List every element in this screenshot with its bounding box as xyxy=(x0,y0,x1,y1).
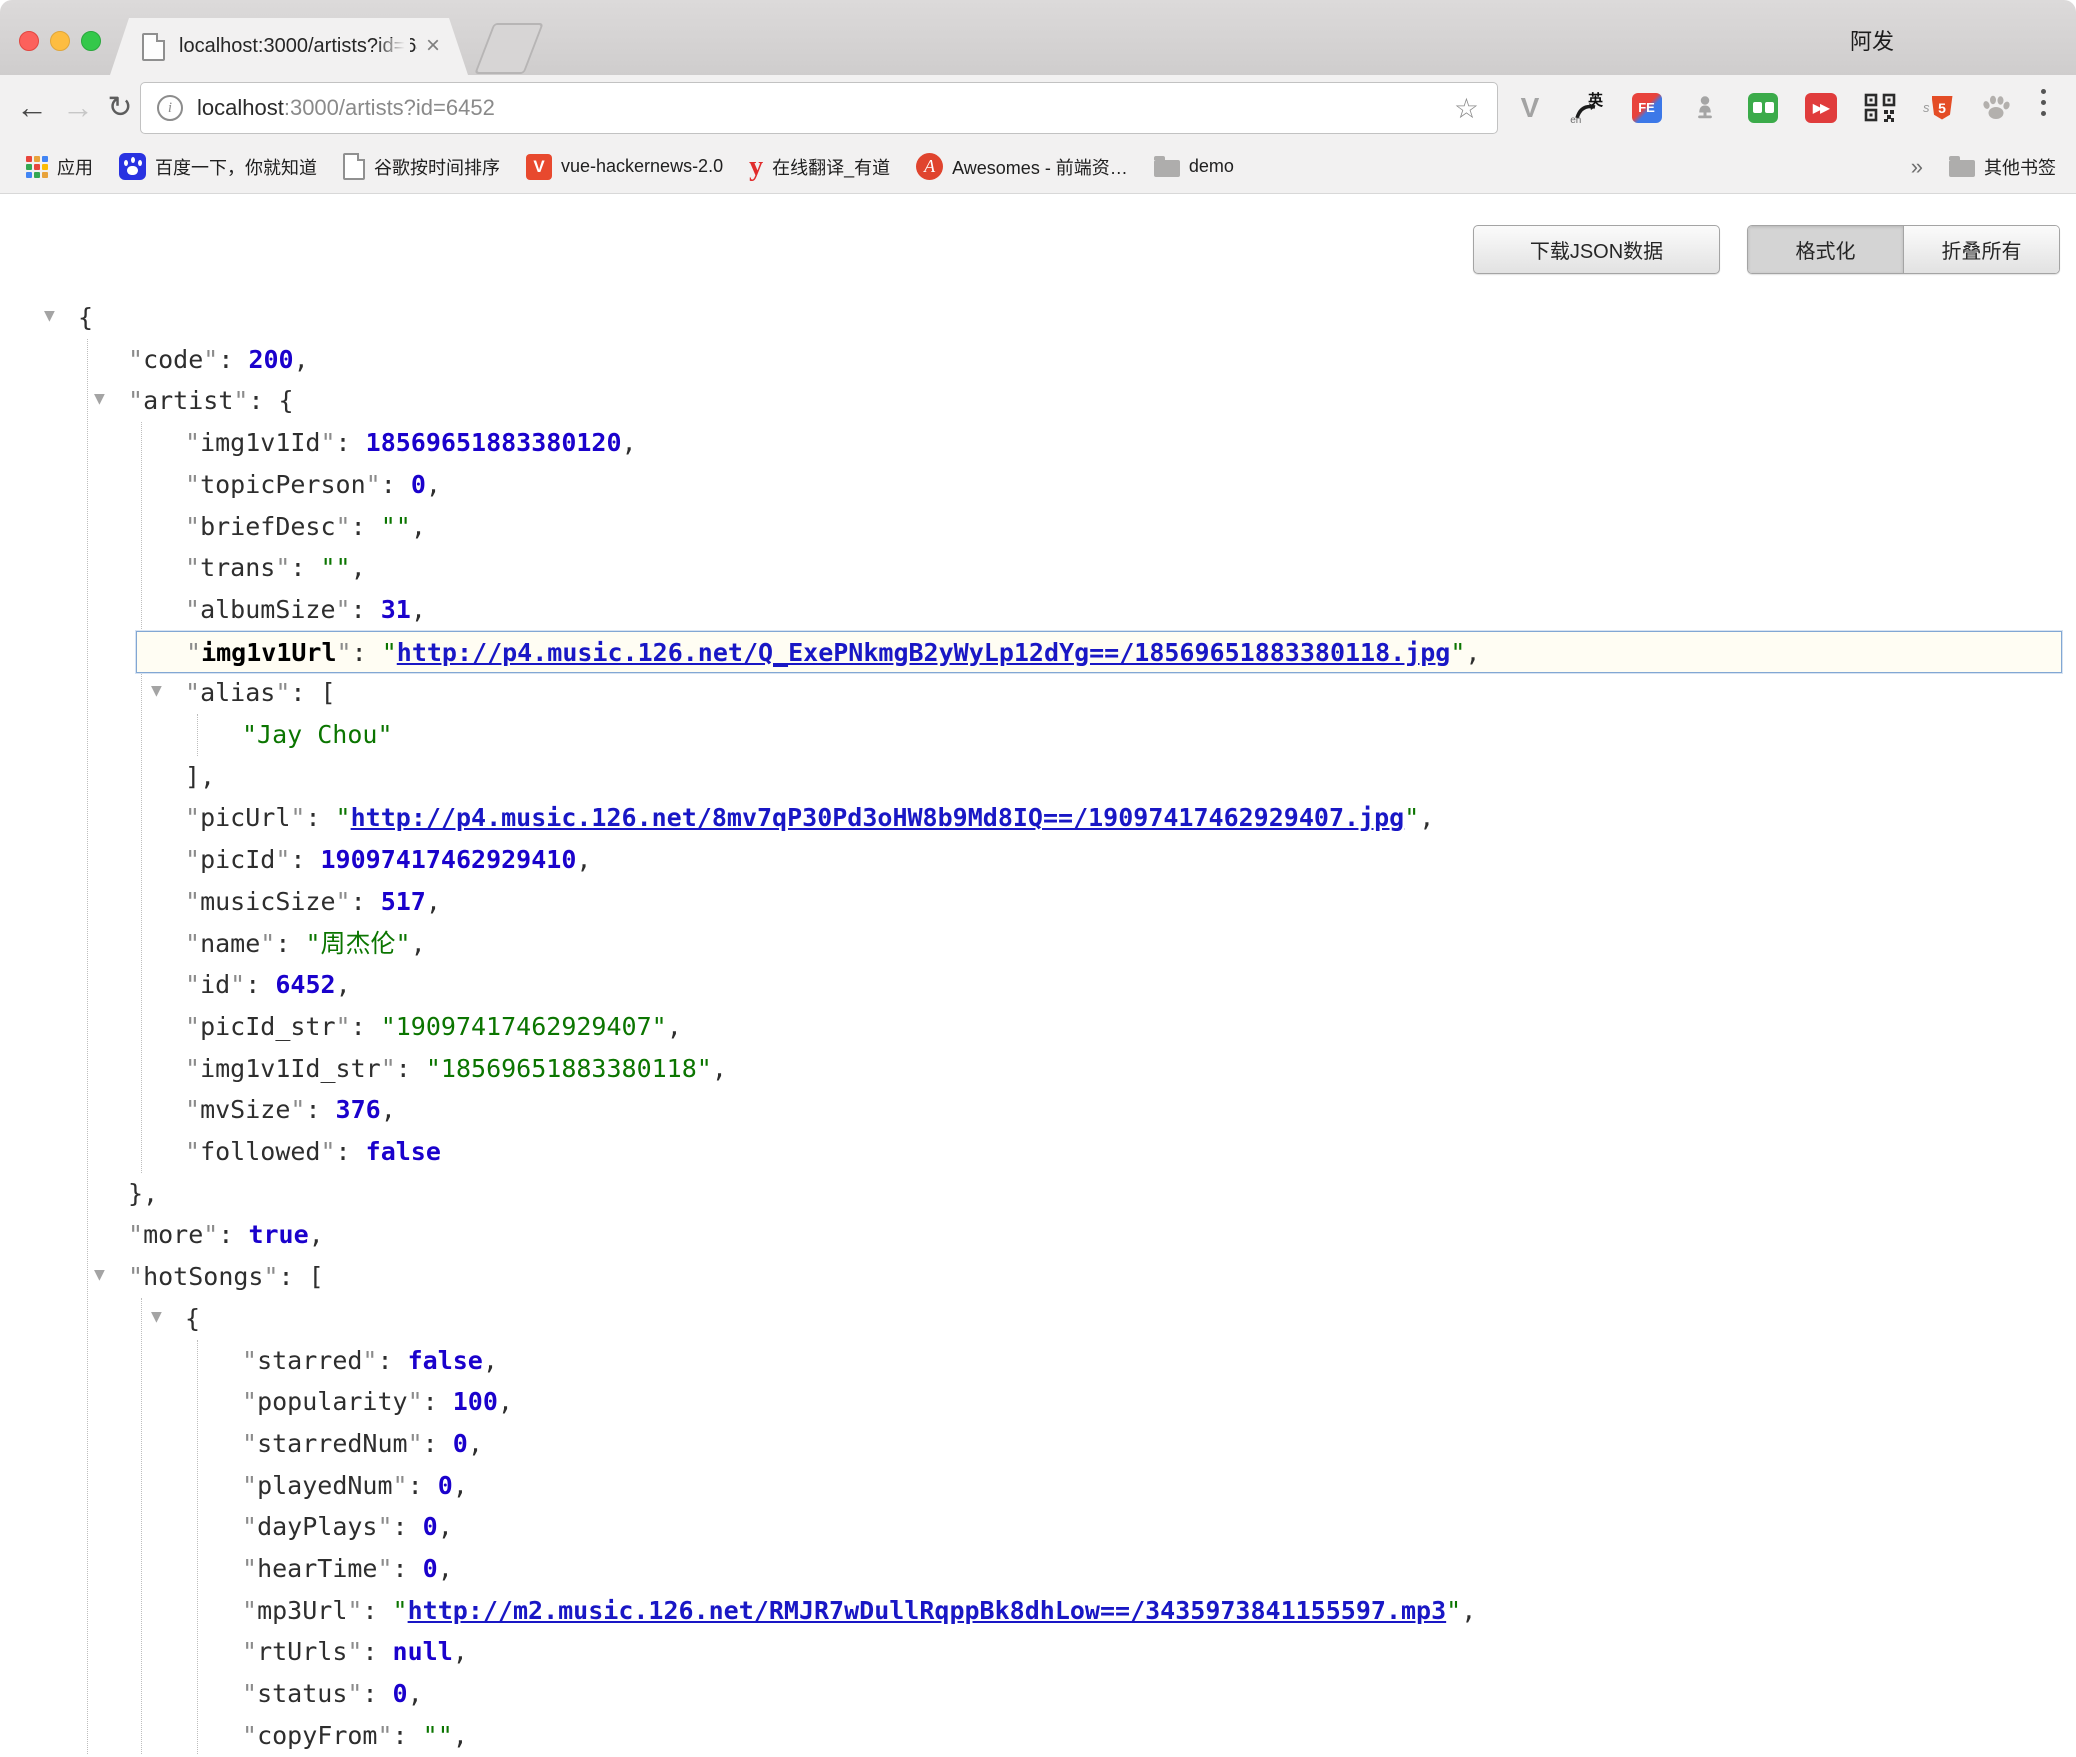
json-line: ▼"artist": { xyxy=(0,380,2076,422)
collapse-triangle-icon[interactable]: ▼ xyxy=(151,670,162,712)
json-line: "starredNum": 0, xyxy=(0,1423,2076,1465)
json-line: ▼{ xyxy=(0,297,2076,339)
json-line: "followed": false xyxy=(0,1131,2076,1173)
json-line: "mvSize": 376, xyxy=(0,1089,2076,1131)
json-line: ▼"alias": [ xyxy=(0,672,2076,714)
json-link[interactable]: http://p4.music.126.net/Q_ExePNkmgB2yWyL… xyxy=(397,638,1451,667)
browser-window: { "window": { "profile_name": "阿发" }, "t… xyxy=(0,0,2076,1754)
json-line: "topicPerson": 0, xyxy=(0,464,2076,506)
json-line: "img1v1Id_str": "18569651883380118", xyxy=(0,1048,2076,1090)
json-link[interactable]: http://m2.music.126.net/RMJR7wDullRqppBk… xyxy=(408,1596,1447,1625)
collapse-triangle-icon[interactable]: ▼ xyxy=(44,295,55,337)
json-line: "id": 6452, xyxy=(0,964,2076,1006)
collapse-triangle-icon[interactable]: ▼ xyxy=(94,378,105,420)
json-line: "dayPlays": 0, xyxy=(0,1506,2076,1548)
json-line: "rtUrls": null, xyxy=(0,1631,2076,1673)
json-line: "more": true, xyxy=(0,1214,2076,1256)
json-line: "trans": "", xyxy=(0,547,2076,589)
json-line: ▼"hotSongs": [ xyxy=(0,1256,2076,1298)
json-line: "picUrl": "http://p4.music.126.net/8mv7q… xyxy=(0,797,2076,839)
json-line: "name": "周杰伦", xyxy=(0,923,2076,965)
json-line: "briefDesc": "", xyxy=(0,506,2076,548)
json-line: "starred": false, xyxy=(0,1340,2076,1382)
json-line: "code": 200, xyxy=(0,339,2076,381)
json-line: "hearTime": 0, xyxy=(0,1548,2076,1590)
json-line: "popularity": 100, xyxy=(0,1381,2076,1423)
json-line: "picId_str": "19097417462929407", xyxy=(0,1006,2076,1048)
json-line: "mp3Url": "http://m2.music.126.net/RMJR7… xyxy=(0,1590,2076,1632)
json-line: "img1v1Url": "http://p4.music.126.net/Q_… xyxy=(136,631,2062,673)
json-viewer: ▼{"code": 200,▼"artist": {"img1v1Id": 18… xyxy=(0,0,2076,1754)
json-line: ], xyxy=(0,756,2076,798)
json-line: }, xyxy=(0,1173,2076,1215)
json-line: "albumSize": 31, xyxy=(0,589,2076,631)
json-line: "playedNum": 0, xyxy=(0,1465,2076,1507)
json-line: "status": 0, xyxy=(0,1673,2076,1715)
json-line: "picId": 19097417462929410, xyxy=(0,839,2076,881)
json-line: "copyFrom": "", xyxy=(0,1715,2076,1757)
json-line: "musicSize": 517, xyxy=(0,881,2076,923)
json-line: "Jay Chou" xyxy=(0,714,2076,756)
collapse-triangle-icon[interactable]: ▼ xyxy=(94,1254,105,1296)
json-line: "img1v1Id": 18569651883380120, xyxy=(0,422,2076,464)
json-link[interactable]: http://p4.music.126.net/8mv7qP30Pd3oHW8b… xyxy=(351,803,1405,832)
collapse-triangle-icon[interactable]: ▼ xyxy=(151,1296,162,1338)
json-line: ▼{ xyxy=(0,1298,2076,1340)
